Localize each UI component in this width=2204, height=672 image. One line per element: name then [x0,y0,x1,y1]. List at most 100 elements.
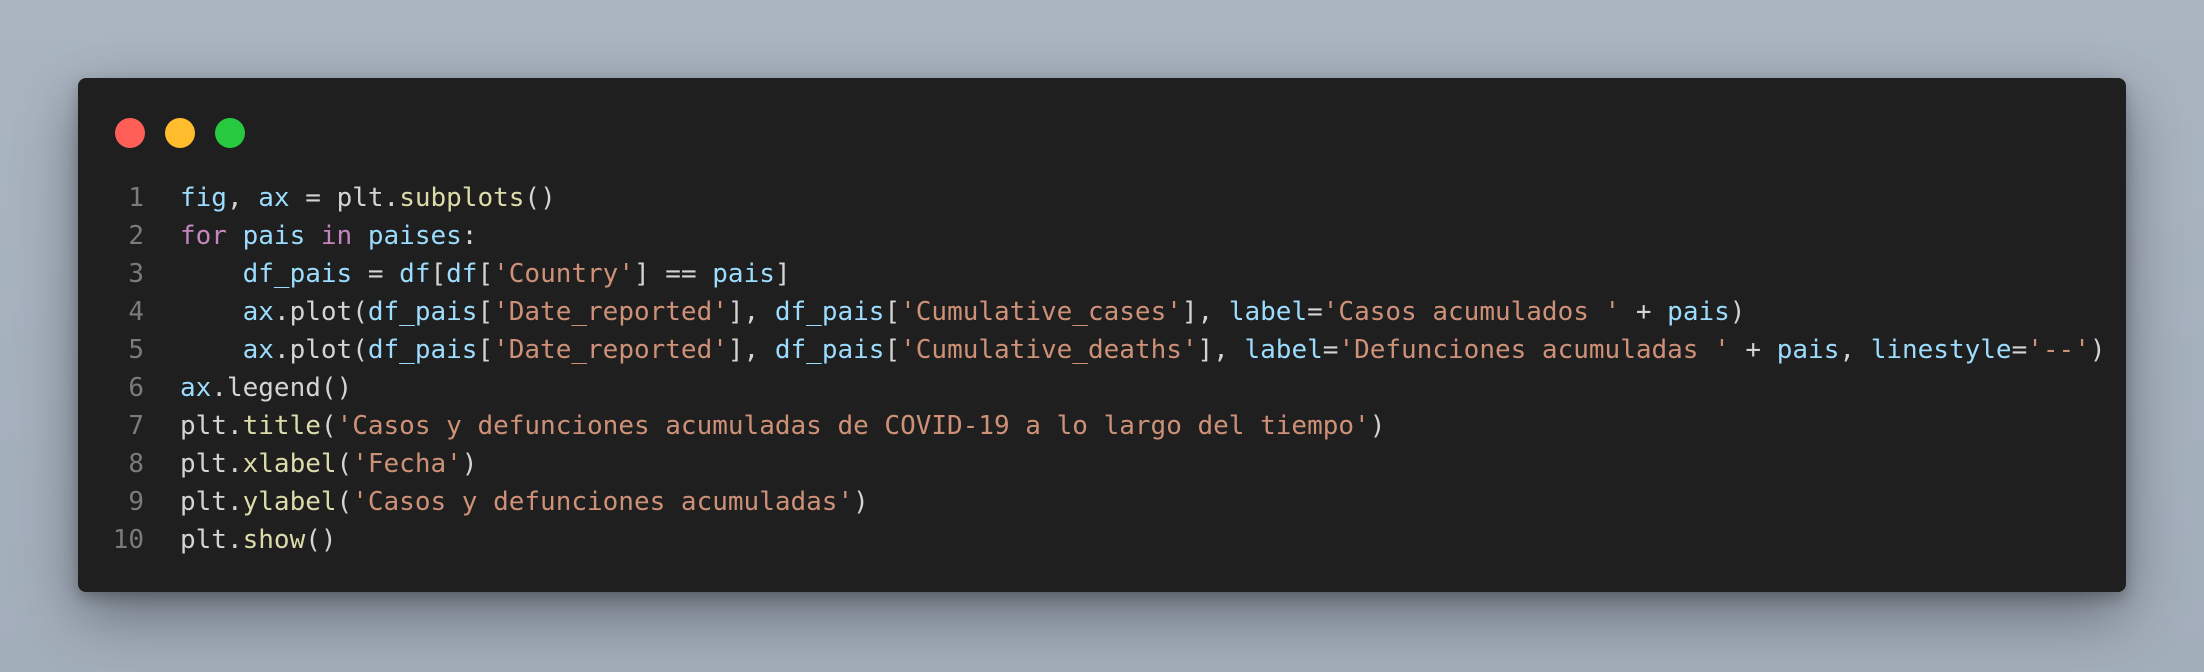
code-token: plt [180,487,227,517]
code-token: .legend() [211,373,353,403]
code-token: = [352,259,400,289]
code-line: 5 ax.plot(df_pais['Date_reported'], df_p… [78,331,2126,369]
code-token: 'Date_reported' [493,335,728,365]
code-token: ) [853,487,869,517]
code-token: = [2011,335,2028,365]
code-token: 'Fecha' [352,449,462,479]
code-token: ], [1181,297,1229,327]
code-token: label [1228,297,1308,327]
minimize-icon[interactable] [165,118,195,148]
code-token: pais [1776,335,1840,365]
code-line: 6 ax.legend() [78,369,2126,407]
code-token: pais [1667,297,1730,327]
code-token: 'Date_reported' [493,297,728,327]
code-line: 7 plt.title('Casos y defunciones acumulad… [78,407,2126,445]
code-token: pais [242,221,306,251]
code-token: . [226,487,243,517]
code-token: . [226,525,243,555]
line-number: 7 [128,411,144,441]
code-token: linestyle [1870,335,2012,365]
code-text: plt.show() [180,521,337,559]
code-token: 'Country' [493,259,634,289]
code-token: paises [367,221,462,251]
code-text: plt.title('Casos y defunciones acumulada… [180,407,1385,445]
code-text: ax.legend() [180,369,352,407]
code-token: ylabel [242,487,337,517]
code-line: 8 plt.xlabel('Fecha') [78,445,2126,483]
code-line: 10 plt.show() [78,521,2126,559]
code-text: fig, ax = plt.subplots() [180,179,556,217]
code-token: ], [727,297,775,327]
line-number: 4 [128,297,144,327]
code-token: 'Cumulative_deaths' [900,335,1198,365]
code-token: ) [461,449,478,479]
code-line: 3 df_pais = df[df['Country'] == pais] [78,255,2126,293]
maximize-icon[interactable] [215,118,245,148]
close-icon[interactable] [115,118,145,148]
code-line: 1 fig, ax = plt.subplots() [78,179,2126,217]
code-token: [ [430,259,447,289]
code-text: plt.xlabel('Fecha') [180,445,477,483]
code-token: ], [727,335,775,365]
line-number: 6 [128,373,144,403]
code-token: subplots [399,183,525,213]
code-token: ] == [634,259,713,289]
code-token: df_pais [242,259,353,289]
code-token: ( [320,411,337,441]
code-token: 'Casos y defunciones acumuladas de COVID… [336,411,1370,441]
code-token: plt [180,525,227,555]
code-text: ax.plot(df_pais['Date_reported'], df_pai… [180,293,1746,331]
code-token: = [1307,297,1323,327]
line-number: 5 [128,335,144,365]
code-token: 'Defunciones acumuladas ' [1338,335,1730,365]
code-token: fig [180,183,227,213]
code-token: df_pais [774,335,885,365]
code-token: pais [712,259,775,289]
line-number: 2 [128,221,144,251]
code-token: ], [1197,335,1245,365]
code-token: df_pais [367,297,478,327]
code-token: ax [242,297,274,327]
code-token: ax [258,183,290,213]
code-token: [ [477,335,494,365]
code-token: ] [774,259,791,289]
line-number: 3 [128,259,144,289]
line-number: 10 [112,525,144,555]
code-token: , [226,183,259,213]
code-token: [ [477,259,494,289]
code-token: [ [884,297,901,327]
code-token: df [399,259,431,289]
code-token: . [226,449,243,479]
code-token: , [1839,335,1871,365]
code-token: '--' [2027,335,2090,365]
line-number: 9 [128,487,144,517]
code-token: plt [180,411,227,441]
code-token: title [242,411,321,441]
code-token: xlabel [242,449,337,479]
code-token: ) [1369,411,1386,441]
code-text: plt.ylabel('Casos y defunciones acumulad… [180,483,869,521]
code-token: + [1620,297,1668,327]
code-token: .plot( [273,297,368,327]
code-text: df_pais = df[df['Country'] == pais] [180,255,791,293]
code-token: plt [180,449,227,479]
code-token: 'Cumulative_cases' [900,297,1182,327]
code-token: = [1322,335,1339,365]
code-token: . [383,183,400,213]
code-line: 2 for pais in paises: [78,217,2126,255]
code-token: 'Casos y defunciones acumuladas' [352,487,854,517]
code-line: 4 ax.plot(df_pais['Date_reported'], df_p… [78,293,2126,331]
code-token: : [461,221,478,251]
code-window: 1 fig, ax = plt.subplots() 2 for pais in pa… [78,78,2126,592]
code-token: df_pais [367,335,478,365]
code-block: 1 fig, ax = plt.subplots() 2 for pais in pa… [78,179,2126,559]
line-number: 8 [128,449,144,479]
code-token: ) [2089,335,2106,365]
code-token: .plot( [273,335,368,365]
code-token: ax [242,335,274,365]
